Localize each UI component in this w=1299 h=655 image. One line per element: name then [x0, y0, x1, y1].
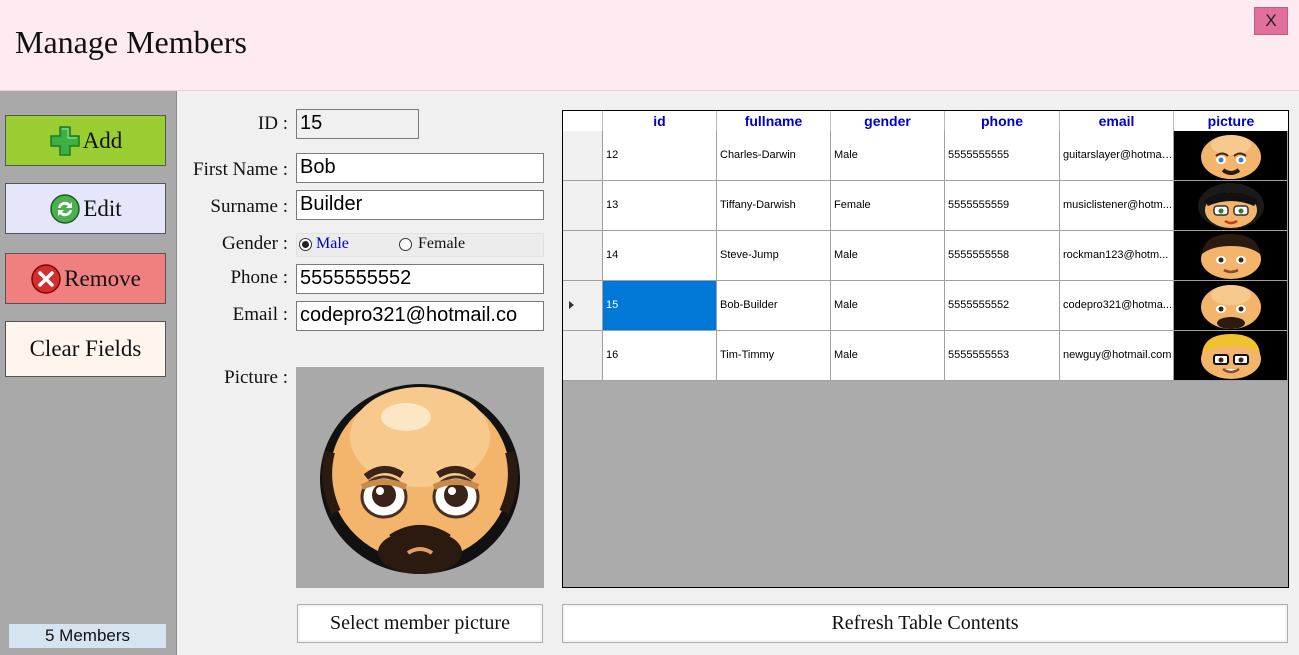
row-header-corner: [563, 111, 603, 131]
email-label: Email :: [232, 304, 288, 325]
refresh-table-button[interactable]: Refresh Table Contents: [562, 604, 1288, 643]
row-header[interactable]: [563, 281, 603, 331]
column-header-fullname[interactable]: fullname: [717, 111, 831, 131]
cell-id[interactable]: 13: [603, 181, 717, 231]
cell-gender[interactable]: Male: [831, 281, 945, 331]
gender-male-label[interactable]: Male: [316, 235, 349, 253]
cell-gender[interactable]: Male: [831, 231, 945, 281]
gender-female-radio[interactable]: [399, 238, 412, 251]
edit-button-label: Edit: [83, 195, 122, 221]
cell-gender[interactable]: Male: [831, 131, 945, 181]
picture-label: Picture :: [224, 367, 288, 388]
cell-email[interactable]: musiclistener@hotm...: [1060, 181, 1174, 231]
dark-hair-man-avatar-icon: [1200, 233, 1261, 279]
bald-bearded-man-avatar-icon: [1200, 284, 1261, 329]
cell-phone[interactable]: 5555555558: [945, 231, 1060, 281]
cell-picture[interactable]: [1174, 181, 1288, 231]
cell-id[interactable]: 14: [603, 231, 717, 281]
table-row[interactable]: 14 Steve-Jump Male 5555555558 rockman123…: [563, 231, 1288, 281]
clear-fields-label: Clear Fields: [29, 336, 142, 361]
member-picture: [296, 367, 544, 588]
add-button[interactable]: Add: [5, 115, 166, 166]
gender-male-radio[interactable]: [299, 238, 312, 251]
cell-fullname[interactable]: Bob-Builder: [717, 281, 831, 331]
sidebar: Add Edit Remove Clear Fields 5 Members: [0, 91, 177, 655]
members-table[interactable]: id fullname gender phone email picture 1…: [562, 110, 1289, 588]
surname-field[interactable]: Builder: [296, 190, 544, 220]
cell-fullname[interactable]: Tiffany-Darwish: [717, 181, 831, 231]
table-row-selected[interactable]: 15 Bob-Builder Male 5555555552 codepro32…: [563, 281, 1288, 331]
row-header[interactable]: [563, 181, 603, 231]
gender-female-label[interactable]: Female: [418, 235, 465, 253]
clear-fields-button[interactable]: Clear Fields: [5, 321, 166, 377]
row-header[interactable]: [563, 331, 603, 381]
cell-picture[interactable]: [1174, 281, 1288, 331]
cell-phone[interactable]: 5555555553: [945, 331, 1060, 381]
phone-field[interactable]: 5555555552: [296, 264, 544, 294]
row-header[interactable]: [563, 131, 603, 181]
title-bar: Manage Members X: [0, 0, 1299, 91]
cell-id[interactable]: 15: [603, 281, 717, 331]
current-row-arrow-icon: [569, 301, 574, 309]
cell-email[interactable]: newguy@hotmail.com: [1060, 331, 1174, 381]
cell-email[interactable]: guitarslayer@hotmail...: [1060, 131, 1174, 181]
remove-button-label: Remove: [64, 265, 141, 291]
cell-phone[interactable]: 5555555552: [945, 281, 1060, 331]
select-picture-button[interactable]: Select member picture: [297, 604, 543, 643]
first-name-label: First Name :: [193, 159, 288, 180]
add-button-label: Add: [82, 127, 123, 153]
blond-glasses-man-avatar-icon: [1200, 333, 1261, 379]
column-header-phone[interactable]: phone: [945, 111, 1060, 131]
phone-label: Phone :: [230, 267, 288, 288]
table-row[interactable]: 12 Charles-Darwin Male 5555555555 guitar…: [563, 131, 1288, 181]
column-header-email[interactable]: email: [1060, 111, 1174, 131]
cell-fullname[interactable]: Steve-Jump: [717, 231, 831, 281]
surname-label: Surname :: [210, 196, 288, 217]
column-header-gender[interactable]: gender: [831, 111, 945, 131]
gender-group: Male Female: [296, 233, 544, 257]
cell-picture[interactable]: [1174, 231, 1288, 281]
edit-button[interactable]: Edit: [5, 183, 166, 234]
cell-picture[interactable]: [1174, 131, 1288, 181]
cell-id[interactable]: 12: [603, 131, 717, 181]
cell-fullname[interactable]: Tim-Timmy: [717, 331, 831, 381]
cell-picture[interactable]: [1174, 331, 1288, 381]
bald-bearded-man-avatar-icon: [320, 384, 520, 574]
cell-id[interactable]: 16: [603, 331, 717, 381]
cell-phone[interactable]: 5555555555: [945, 131, 1060, 181]
email-field[interactable]: codepro321@hotmail.co: [296, 301, 544, 331]
cell-email[interactable]: codepro321@hotma...: [1060, 281, 1174, 331]
gender-label: Gender :: [222, 233, 288, 254]
bald-man-avatar-icon: [1200, 134, 1261, 179]
cell-email[interactable]: rockman123@hotm...: [1060, 231, 1174, 281]
woman-glasses-avatar-icon: [1197, 182, 1264, 229]
remove-button[interactable]: Remove: [5, 253, 166, 304]
members-count: 5 Members: [9, 624, 166, 648]
column-header-id[interactable]: id: [603, 111, 717, 131]
refresh-icon: [49, 193, 81, 225]
close-button[interactable]: X: [1254, 7, 1288, 35]
id-field[interactable]: 15: [296, 109, 419, 139]
column-header-picture[interactable]: picture: [1174, 111, 1288, 131]
table-row[interactable]: 13 Tiffany-Darwish Female 5555555559 mus…: [563, 181, 1288, 231]
first-name-field[interactable]: Bob: [296, 153, 544, 183]
plus-icon: [49, 125, 81, 157]
window-title: Manage Members: [15, 24, 247, 60]
cell-fullname[interactable]: Charles-Darwin: [717, 131, 831, 181]
remove-icon: [30, 263, 62, 295]
table-header: id fullname gender phone email picture: [563, 111, 1288, 132]
cell-phone[interactable]: 5555555559: [945, 181, 1060, 231]
id-label: ID :: [257, 113, 288, 134]
row-header[interactable]: [563, 231, 603, 281]
cell-gender[interactable]: Male: [831, 331, 945, 381]
cell-gender[interactable]: Female: [831, 181, 945, 231]
table-row[interactable]: 16 Tim-Timmy Male 5555555553 newguy@hotm…: [563, 331, 1288, 381]
